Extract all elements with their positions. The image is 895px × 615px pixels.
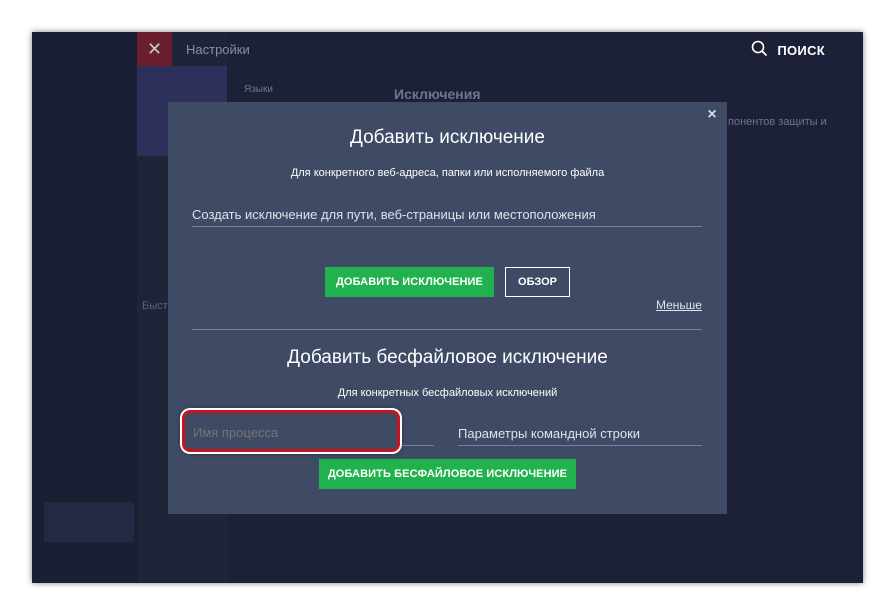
dialog-close-icon[interactable]: × bbox=[705, 107, 719, 123]
background-block bbox=[44, 502, 134, 542]
background-section-title: Исключения bbox=[394, 86, 481, 102]
add-exception-dialog: × Добавить исключение Для конкретного ве… bbox=[168, 102, 727, 514]
add-exception-button[interactable]: ДОБАВИТЬ ИСКЛЮЧЕНИЕ bbox=[325, 267, 494, 297]
dialog-subtitle: Для конкретного веб-адреса, папки или ис… bbox=[290, 167, 605, 179]
command-line-field bbox=[458, 422, 702, 446]
app-window: ✕ Настройки ПОИСК Языки Исключения понен… bbox=[32, 32, 863, 583]
search-button[interactable]: ПОИСК bbox=[751, 40, 825, 60]
close-icon: ✕ bbox=[146, 39, 163, 59]
process-name-input[interactable] bbox=[193, 423, 393, 441]
browse-button[interactable]: ОБЗОР bbox=[505, 267, 570, 297]
dialog-title: Добавить исключение bbox=[350, 127, 545, 148]
search-icon bbox=[751, 40, 768, 60]
divider bbox=[192, 329, 702, 330]
search-label: ПОИСК bbox=[777, 42, 825, 58]
fileless-subtitle: Для конкретных бесфайловых исключений bbox=[337, 387, 558, 399]
background-sidebar bbox=[32, 32, 137, 583]
fileless-title: Добавить бесфайловое исключение bbox=[287, 347, 608, 368]
path-field bbox=[192, 203, 702, 227]
process-name-highlight bbox=[182, 410, 400, 452]
command-line-input[interactable] bbox=[458, 422, 702, 444]
title-bar: ✕ Настройки ПОИСК bbox=[32, 32, 863, 66]
path-input[interactable] bbox=[192, 203, 702, 225]
less-link[interactable]: Меньше bbox=[656, 298, 702, 312]
window-title: Настройки bbox=[186, 42, 250, 57]
background-text: понентов защиты и bbox=[728, 116, 827, 128]
add-fileless-exception-button[interactable]: ДОБАВИТЬ БЕСФАЙЛОВОЕ ИСКЛЮЧЕНИЕ bbox=[319, 459, 576, 489]
background-nav-item: Языки bbox=[244, 84, 273, 95]
settings-close-button[interactable]: ✕ bbox=[137, 32, 172, 66]
